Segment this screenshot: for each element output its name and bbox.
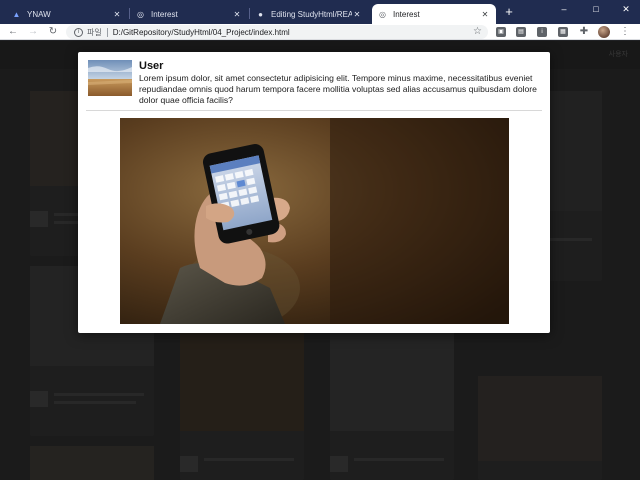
github-icon: ● (258, 9, 263, 19)
user-avatar (88, 60, 132, 96)
close-icon[interactable]: ✕ (352, 10, 362, 19)
tab-interest[interactable]: ◎ Interest ✕ (130, 4, 248, 24)
reload-icon[interactable]: ↻ (46, 25, 60, 39)
post-photo (120, 118, 509, 324)
profile-avatar[interactable] (598, 26, 610, 38)
extension-icon[interactable]: i (537, 27, 547, 37)
tab-title: Editing StudyHtml/READ (271, 9, 352, 19)
extension-icon[interactable]: ▣ (496, 27, 506, 37)
minimize-button[interactable]: – (556, 3, 572, 15)
divider (86, 110, 542, 111)
post-author: User (139, 60, 164, 72)
tab-ynaw[interactable]: ▲ YNAW ✕ (6, 4, 128, 24)
maximize-button[interactable]: □ (588, 3, 604, 15)
extension-icon[interactable]: ▤ (516, 27, 526, 37)
address-divider (106, 27, 108, 37)
ynaw-icon: ▲ (12, 9, 21, 19)
globe-icon: ◎ (137, 9, 144, 19)
forward-arrow-icon[interactable]: → (26, 25, 40, 39)
back-arrow-icon[interactable]: ← (6, 25, 20, 39)
new-tab-button[interactable]: + (502, 5, 516, 19)
close-icon[interactable]: ✕ (480, 10, 490, 19)
address-bar[interactable]: i 파일 D:/GitRepository/StudyHtml/04_Proje… (66, 25, 488, 39)
close-icon[interactable]: ✕ (112, 10, 122, 19)
tab-interest-active[interactable]: ◎ Interest ✕ (372, 4, 496, 24)
tab-title: Interest (393, 9, 420, 19)
tab-title: YNAW (27, 9, 51, 19)
scheme-label: 파일 (87, 27, 102, 37)
bookmark-star-icon[interactable]: ☆ (473, 26, 482, 37)
close-icon[interactable]: ✕ (232, 10, 242, 19)
menu-dots-icon[interactable]: ⋮ (620, 25, 630, 39)
url-text: D:/GitRepository/StudyHtml/04_Project/in… (112, 27, 290, 37)
globe-icon: ◎ (379, 9, 386, 19)
info-icon[interactable]: i (74, 27, 83, 37)
tab-editing-studyhtml[interactable]: ● Editing StudyHtml/READ ✕ (250, 4, 368, 24)
browser-toolbar: ← → ↻ i 파일 D:/GitRepository/StudyHtml/04… (0, 24, 640, 40)
close-window-button[interactable]: ✕ (618, 3, 634, 15)
extension-icon[interactable]: ▦ (558, 27, 568, 37)
tab-strip: ▲ YNAW ✕ ◎ Interest ✕ ● Editing StudyHtm… (0, 0, 640, 24)
post-modal: User Lorem ipsum dolor, sit amet consect… (78, 52, 550, 333)
post-description: Lorem ipsum dolor, sit amet consectetur … (139, 73, 537, 105)
tab-title: Interest (151, 9, 178, 19)
puzzle-icon[interactable]: ✚ (577, 25, 591, 39)
